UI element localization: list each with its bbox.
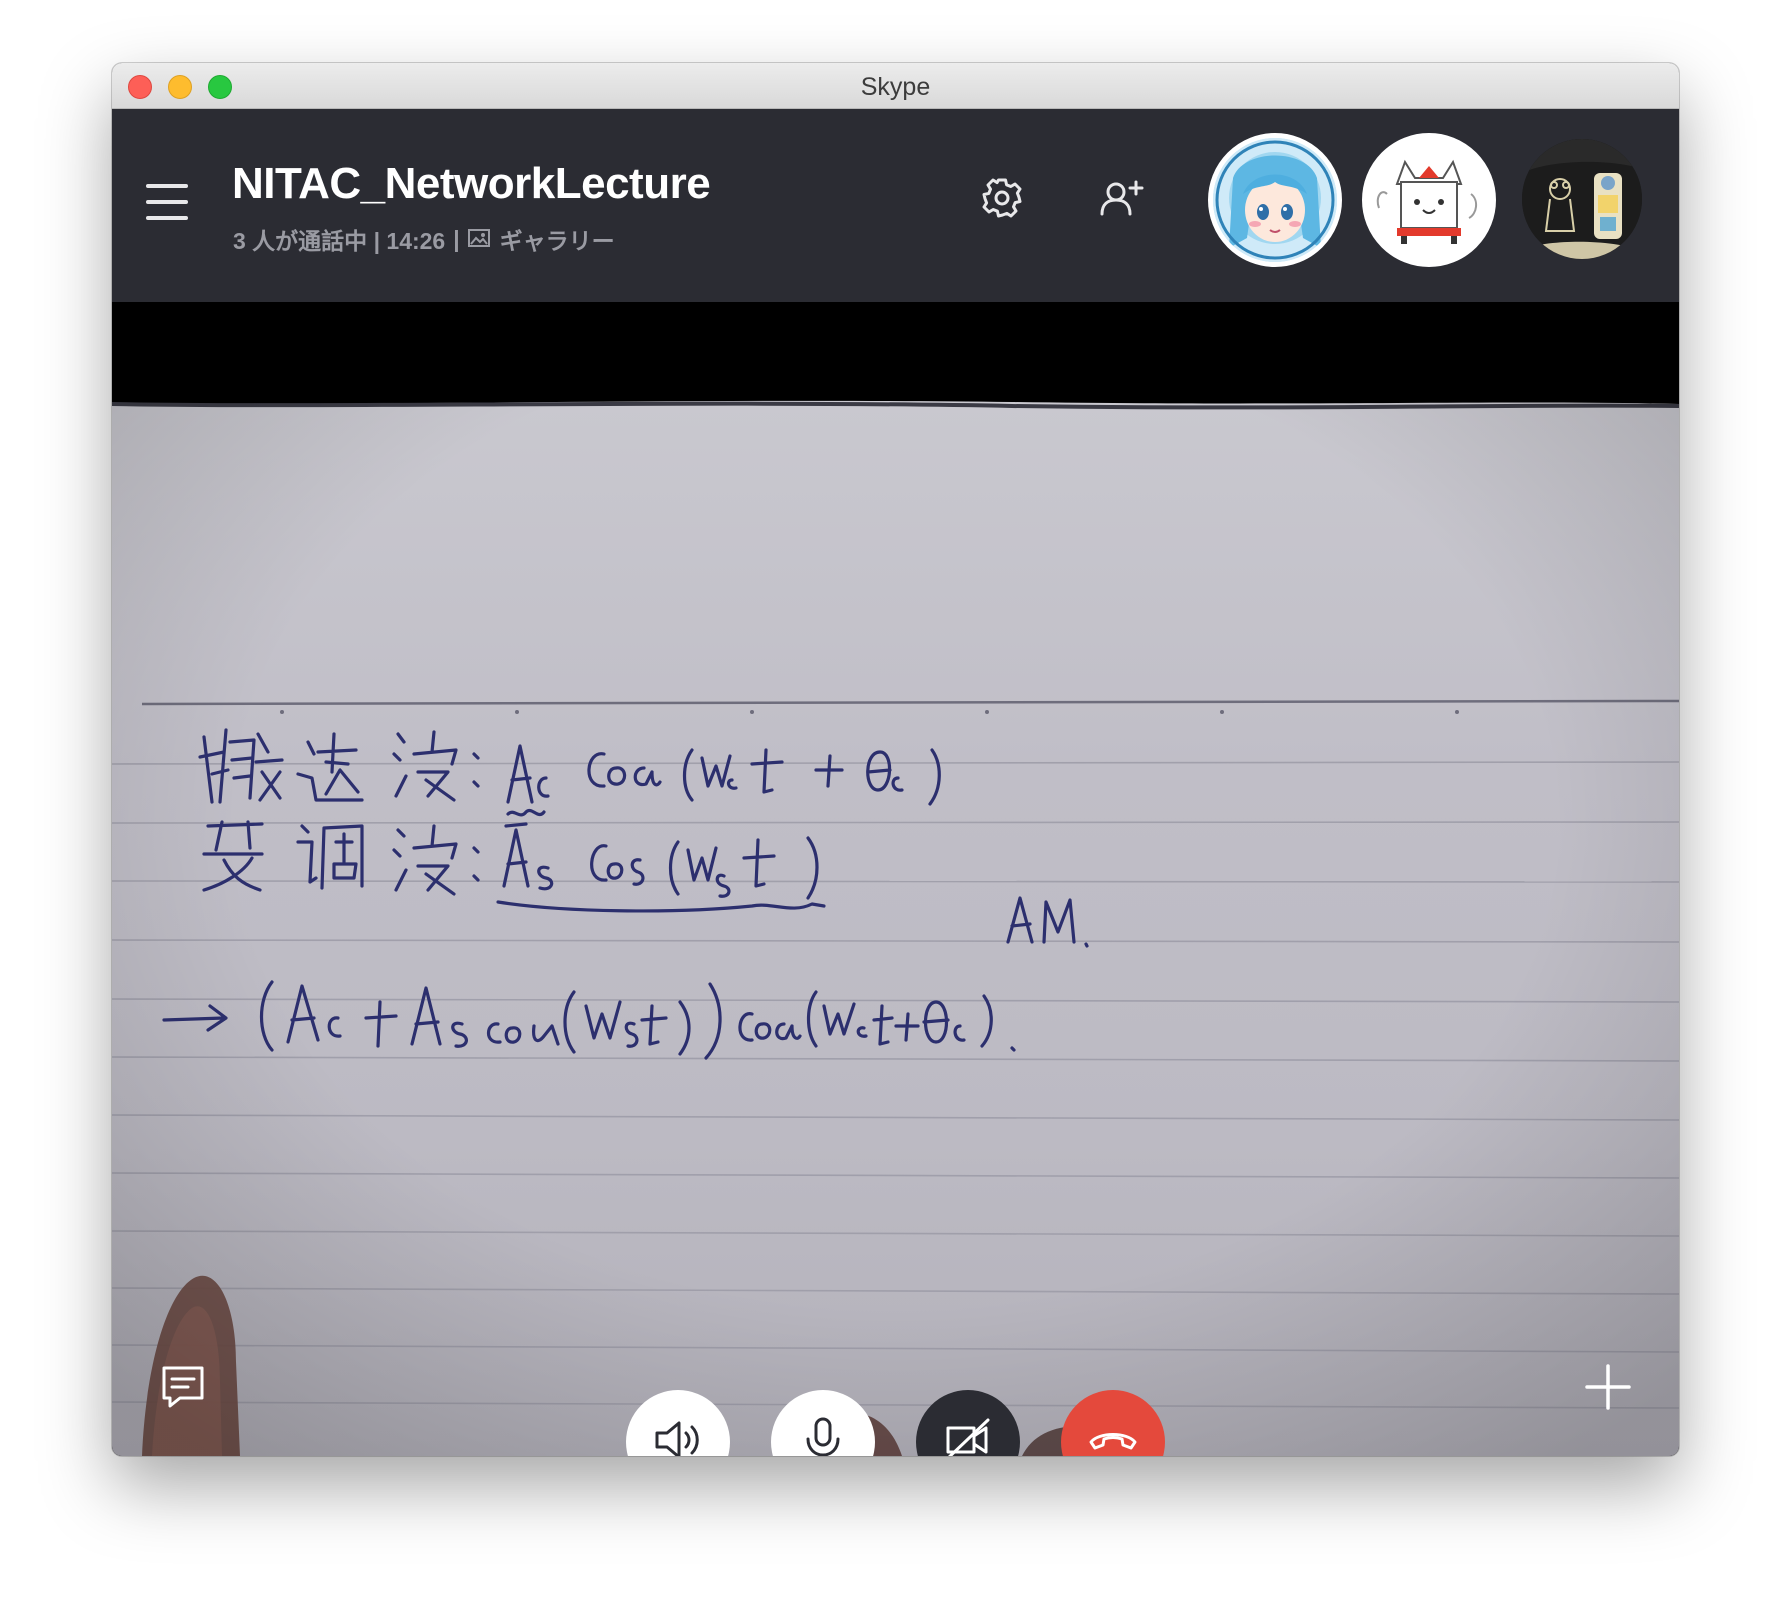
participant-avatar-2[interactable] [1362,133,1496,267]
status-separator: | [453,225,460,252]
image-icon [467,226,490,253]
title-bar: Skype [112,63,1679,109]
hang-up-icon [1085,1412,1141,1457]
gallery-view-button[interactable]: ギャラリー [467,222,615,256]
hamburger-menu-icon[interactable] [146,182,190,222]
window-title: Skype [860,73,931,101]
video-off-icon [940,1412,996,1456]
microphone-icon [796,1413,850,1456]
handwritten-notes-image [112,302,1679,1456]
skype-window: Skype NITAC_NetworkLecture 3 人が通話中 | 14:… [112,63,1679,1456]
video-feed [112,302,1679,1456]
participant-avatar-3[interactable] [1522,139,1642,259]
speaker-icon [651,1413,705,1456]
gear-icon[interactable] [974,170,1030,226]
chat-icon[interactable] [153,1357,213,1417]
conversation-title: NITAC_NetworkLecture [232,159,711,208]
gallery-label: ギャラリー [499,228,615,254]
call-status-line: 3 人が通話中 | 14:26 | ギャラリー [233,222,615,256]
participant-avatar-1[interactable] [1208,133,1342,267]
plus-icon[interactable] [1578,1357,1638,1417]
call-status: 3 人が通話中 | 14:26 [233,228,446,254]
call-header: NITAC_NetworkLecture 3 人が通話中 | 14:26 | ギ… [112,109,1679,302]
add-person-icon[interactable] [1094,170,1150,226]
